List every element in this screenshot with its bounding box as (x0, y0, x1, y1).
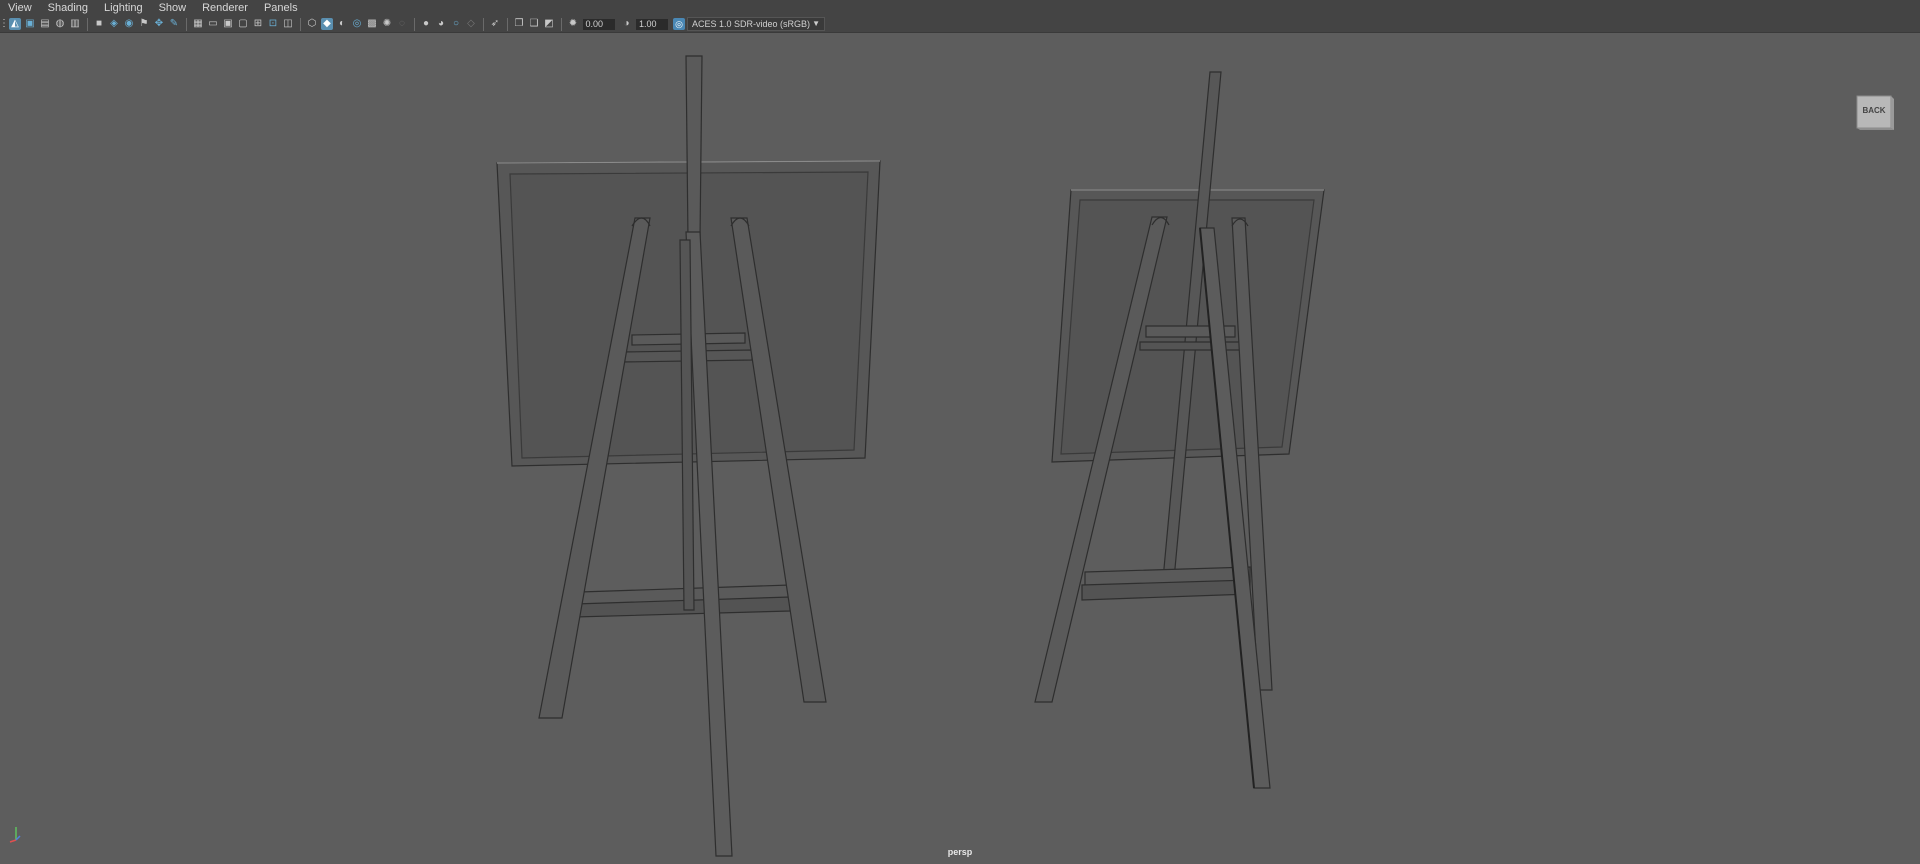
shadows-icon[interactable]: ◌ (396, 18, 408, 30)
camera-name-label: persp (947, 847, 973, 857)
panel-menu-bar: View Shading Lighting Show Renderer Pane… (0, 0, 1920, 16)
motion-blur-icon[interactable]: ◕ (435, 18, 447, 30)
toolbar-separator (506, 17, 508, 31)
gamma-icon[interactable]: ◑ (621, 18, 633, 30)
safe-action-icon[interactable]: ⊡ (267, 18, 279, 30)
checker-icon[interactable]: ▩ (366, 18, 378, 30)
textured-icon[interactable]: ◎ (351, 18, 363, 30)
menu-panels[interactable]: Panels (256, 0, 306, 16)
smooth-shade-icon[interactable]: ◆ (321, 18, 333, 30)
toolbar-separator (299, 17, 301, 31)
gamma-field[interactable]: 1.00 (636, 18, 668, 30)
tumble-icon[interactable]: ◈ (108, 18, 120, 30)
mast-left (685, 55, 703, 241)
color-space-value: ACES 1.0 SDR-video (sRGB) (692, 19, 811, 29)
toolbar-separator (185, 17, 187, 31)
panel-toolbar: ⋮ ◭ ▣ ▤ ◍ ▥ ■ ◈ ◉ ⚑ ✥ ✎ ▦ ▭ ▣ ▢ ⊞ ⊡ ◫ ⬡ … (0, 16, 1920, 33)
isolate-select-icon[interactable]: ➶ (489, 18, 501, 30)
menu-renderer[interactable]: Renderer (194, 0, 256, 16)
color-management-icon[interactable]: ◎ (673, 18, 685, 30)
gate-mask-icon[interactable]: ▢ (237, 18, 249, 30)
bookmark-icon[interactable]: ◍ (54, 18, 66, 30)
grid-icon[interactable]: ▦ (192, 18, 204, 30)
field-chart-icon[interactable]: ⊞ (252, 18, 264, 30)
grease-pencil-icon[interactable]: ✎ (168, 18, 180, 30)
menu-show[interactable]: Show (151, 0, 195, 16)
toolbar-separator (86, 17, 88, 31)
exposure-field[interactable]: 0.00 (582, 18, 615, 30)
menu-view[interactable]: View (0, 0, 40, 16)
easel-right (1034, 71, 1325, 789)
toolbar-separator (560, 17, 562, 31)
two-d-pan-icon[interactable]: ✥ (153, 18, 165, 30)
menu-shading[interactable]: Shading (40, 0, 96, 16)
safe-title-icon[interactable]: ◫ (282, 18, 294, 30)
toolbar-separator (413, 17, 415, 31)
select-camera-icon[interactable]: ◭ (9, 18, 21, 30)
xray-icon[interactable]: ❐ (513, 18, 525, 30)
exposure-icon[interactable]: ✹ (567, 18, 579, 30)
xray-components-icon[interactable]: ◩ (543, 18, 555, 30)
xray-joints-icon[interactable]: ❑ (528, 18, 540, 30)
color-space-dropdown[interactable]: ACES 1.0 SDR-video (sRGB) ▼ (687, 17, 825, 31)
ambient-occlusion-icon[interactable]: ● (420, 18, 432, 30)
wireframe-icon[interactable]: ⬡ (306, 18, 318, 30)
menu-lighting[interactable]: Lighting (96, 0, 151, 16)
chevron-down-icon: ▼ (812, 19, 820, 28)
track-icon[interactable]: ◉ (123, 18, 135, 30)
image-plane-icon[interactable]: ▥ (69, 18, 81, 30)
film-gate-icon[interactable]: ▭ (207, 18, 219, 30)
lock-camera-icon[interactable]: ▣ (24, 18, 36, 30)
resolution-gate-icon[interactable]: ▣ (222, 18, 234, 30)
toolbar-separator (482, 17, 484, 31)
camera-icon[interactable]: ■ (93, 18, 105, 30)
easel-left (496, 55, 881, 857)
axis-gizmo-icon (9, 827, 21, 843)
anti-aliasing-icon[interactable]: ○ (450, 18, 462, 30)
flag-icon[interactable]: ⚑ (138, 18, 150, 30)
depth-of-field-icon[interactable]: ◇ (465, 18, 477, 30)
scene-render (496, 55, 1325, 857)
camera-attributes-icon[interactable]: ▤ (39, 18, 51, 30)
perspective-viewport[interactable]: BACK (0, 33, 1920, 864)
view-cube-face-label: BACK (1862, 106, 1886, 115)
use-all-lights-icon[interactable]: ✺ (381, 18, 393, 30)
wireframe-on-shaded-icon[interactable]: ◐ (336, 18, 348, 30)
toolbar-grip-icon: ⋮ (0, 18, 9, 29)
view-cube[interactable]: BACK (1855, 93, 1895, 131)
